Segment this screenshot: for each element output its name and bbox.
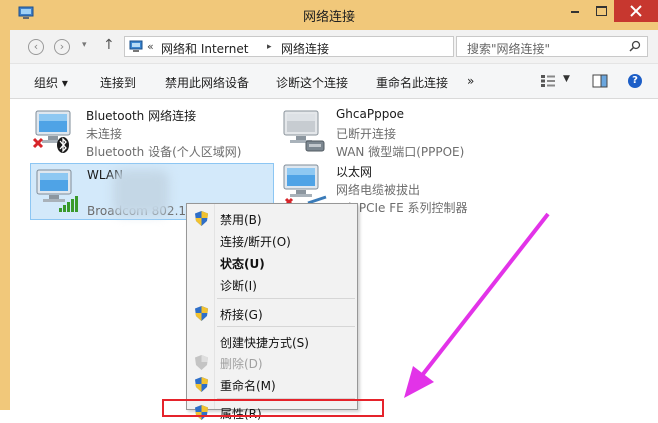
bluetooth-adapter-icon — [32, 110, 71, 153]
menu-item-label: 诊断(I) — [220, 279, 257, 293]
breadcrumb-separator[interactable]: ▸ — [267, 42, 272, 52]
recent-locations-icon[interactable]: ▾ — [82, 40, 87, 50]
preview-pane-icon[interactable] — [592, 74, 608, 88]
wifi-adapter-icon — [36, 169, 78, 212]
close-button[interactable] — [614, 0, 658, 22]
context-menu: 禁用(B) 连接/断开(O) 状态(U) 诊断(I) 桥接(G) 创建快捷方式(… — [186, 203, 358, 421]
connection-status: 未连接 — [86, 127, 123, 141]
organize-button[interactable]: 组织 ▾ — [34, 74, 68, 91]
menu-item-label: 桥接(G) — [220, 308, 263, 322]
connection-name: 以太网 — [336, 165, 373, 179]
breadcrumb-network-connections[interactable]: 网络连接 — [281, 40, 329, 57]
menu-item-label: 状态(U) — [220, 257, 265, 271]
menu-item-label: 重命名(M) — [220, 379, 276, 393]
back-button[interactable]: ‹ — [28, 39, 44, 55]
menu-item-label: 创建快捷方式(S) — [220, 336, 309, 350]
maximize-icon — [596, 6, 607, 16]
minimize-icon — [571, 11, 579, 13]
menu-item-delete[interactable]: 删除(D) — [187, 351, 357, 373]
help-icon[interactable]: ? — [628, 74, 642, 88]
connect-to-button[interactable]: 连接到 — [100, 74, 136, 91]
connection-name: GhcaPppoe — [336, 107, 405, 121]
menu-item-create-shortcut[interactable]: 创建快捷方式(S) — [187, 330, 357, 352]
forward-button[interactable]: › — [54, 39, 70, 55]
dialup-adapter-icon — [283, 110, 325, 152]
window-title: 网络连接 — [302, 10, 355, 25]
connection-status: 已断开连接 — [336, 127, 397, 141]
menu-item-connect-disconnect[interactable]: 连接/断开(O) — [187, 229, 357, 251]
connection-device: WAN 微型端口(PPPOE) — [336, 145, 465, 159]
menu-item-label: 禁用(B) — [220, 213, 262, 227]
connection-item-ghcapppoe[interactable]: GhcaPppoe 已断开连接 WAN 微型端口(PPPOE) — [280, 107, 510, 163]
connection-item-bluetooth[interactable]: Bluetooth 网络连接 未连接 Bluetooth 设备(个人区域网) — [30, 107, 260, 163]
connection-device: Bluetooth 设备(个人区域网) — [86, 145, 242, 159]
rename-connection-button[interactable]: 重命名此连接 — [376, 74, 448, 91]
up-arrow-icon[interactable]: ↑ — [103, 37, 115, 53]
redacted-area — [113, 170, 169, 215]
address-bar[interactable]: « 网络和 Internet ▸ 网络连接 v ↻ — [124, 36, 553, 57]
connection-name: Bluetooth 网络连接 — [86, 109, 197, 123]
more-commands-button[interactable]: » — [467, 74, 474, 88]
uac-shield-icon — [195, 306, 208, 321]
menu-separator — [217, 326, 355, 327]
disable-device-button[interactable]: 禁用此网络设备 — [165, 74, 249, 91]
maximize-button[interactable] — [589, 0, 613, 22]
breadcrumb-network-internet[interactable]: 网络和 Internet — [161, 40, 248, 57]
menu-item-disable[interactable]: 禁用(B) — [187, 207, 357, 229]
menu-item-label: 删除(D) — [220, 357, 263, 371]
network-folder-icon — [129, 40, 143, 52]
properties-highlight-box — [162, 399, 384, 417]
uac-shield-icon — [195, 377, 208, 392]
command-bar: 组织 ▾ 连接到 禁用此网络设备 诊断这个连接 重命名此连接 » ▼ ? — [10, 63, 658, 99]
change-view-icon[interactable] — [540, 74, 556, 88]
search-input[interactable]: 搜索"网络连接" — [467, 40, 550, 57]
menu-item-rename[interactable]: 重命名(M) — [187, 373, 357, 395]
window: 网络连接 ‹ › ▾ ↑ « 网络和 Internet ▸ 网络连接 搜索"网络… — [0, 0, 658, 421]
close-icon — [630, 5, 642, 17]
title-bar: 网络连接 — [0, 0, 658, 30]
breadcrumb-overflow[interactable]: « — [147, 40, 154, 53]
menu-item-bridge[interactable]: 桥接(G) — [187, 302, 357, 324]
menu-separator — [217, 298, 355, 299]
search-box[interactable]: 搜索"网络连接" — [456, 36, 648, 57]
minimize-button[interactable] — [562, 0, 588, 22]
menu-item-diagnose[interactable]: 诊断(I) — [187, 273, 357, 295]
address-row: ‹ › ▾ ↑ « 网络和 Internet ▸ 网络连接 v ↻ 搜索"网络连… — [10, 30, 658, 63]
uac-shield-icon — [195, 211, 208, 226]
diagnose-connection-button[interactable]: 诊断这个连接 — [276, 74, 348, 91]
menu-item-status[interactable]: 状态(U) — [187, 251, 357, 273]
view-options-chevron-icon[interactable]: ▼ — [563, 74, 570, 84]
connection-status: 网络电缆被拔出 — [336, 183, 421, 197]
search-icon[interactable] — [629, 40, 641, 52]
menu-item-label: 连接/断开(O) — [220, 235, 291, 249]
uac-shield-icon — [195, 355, 208, 370]
